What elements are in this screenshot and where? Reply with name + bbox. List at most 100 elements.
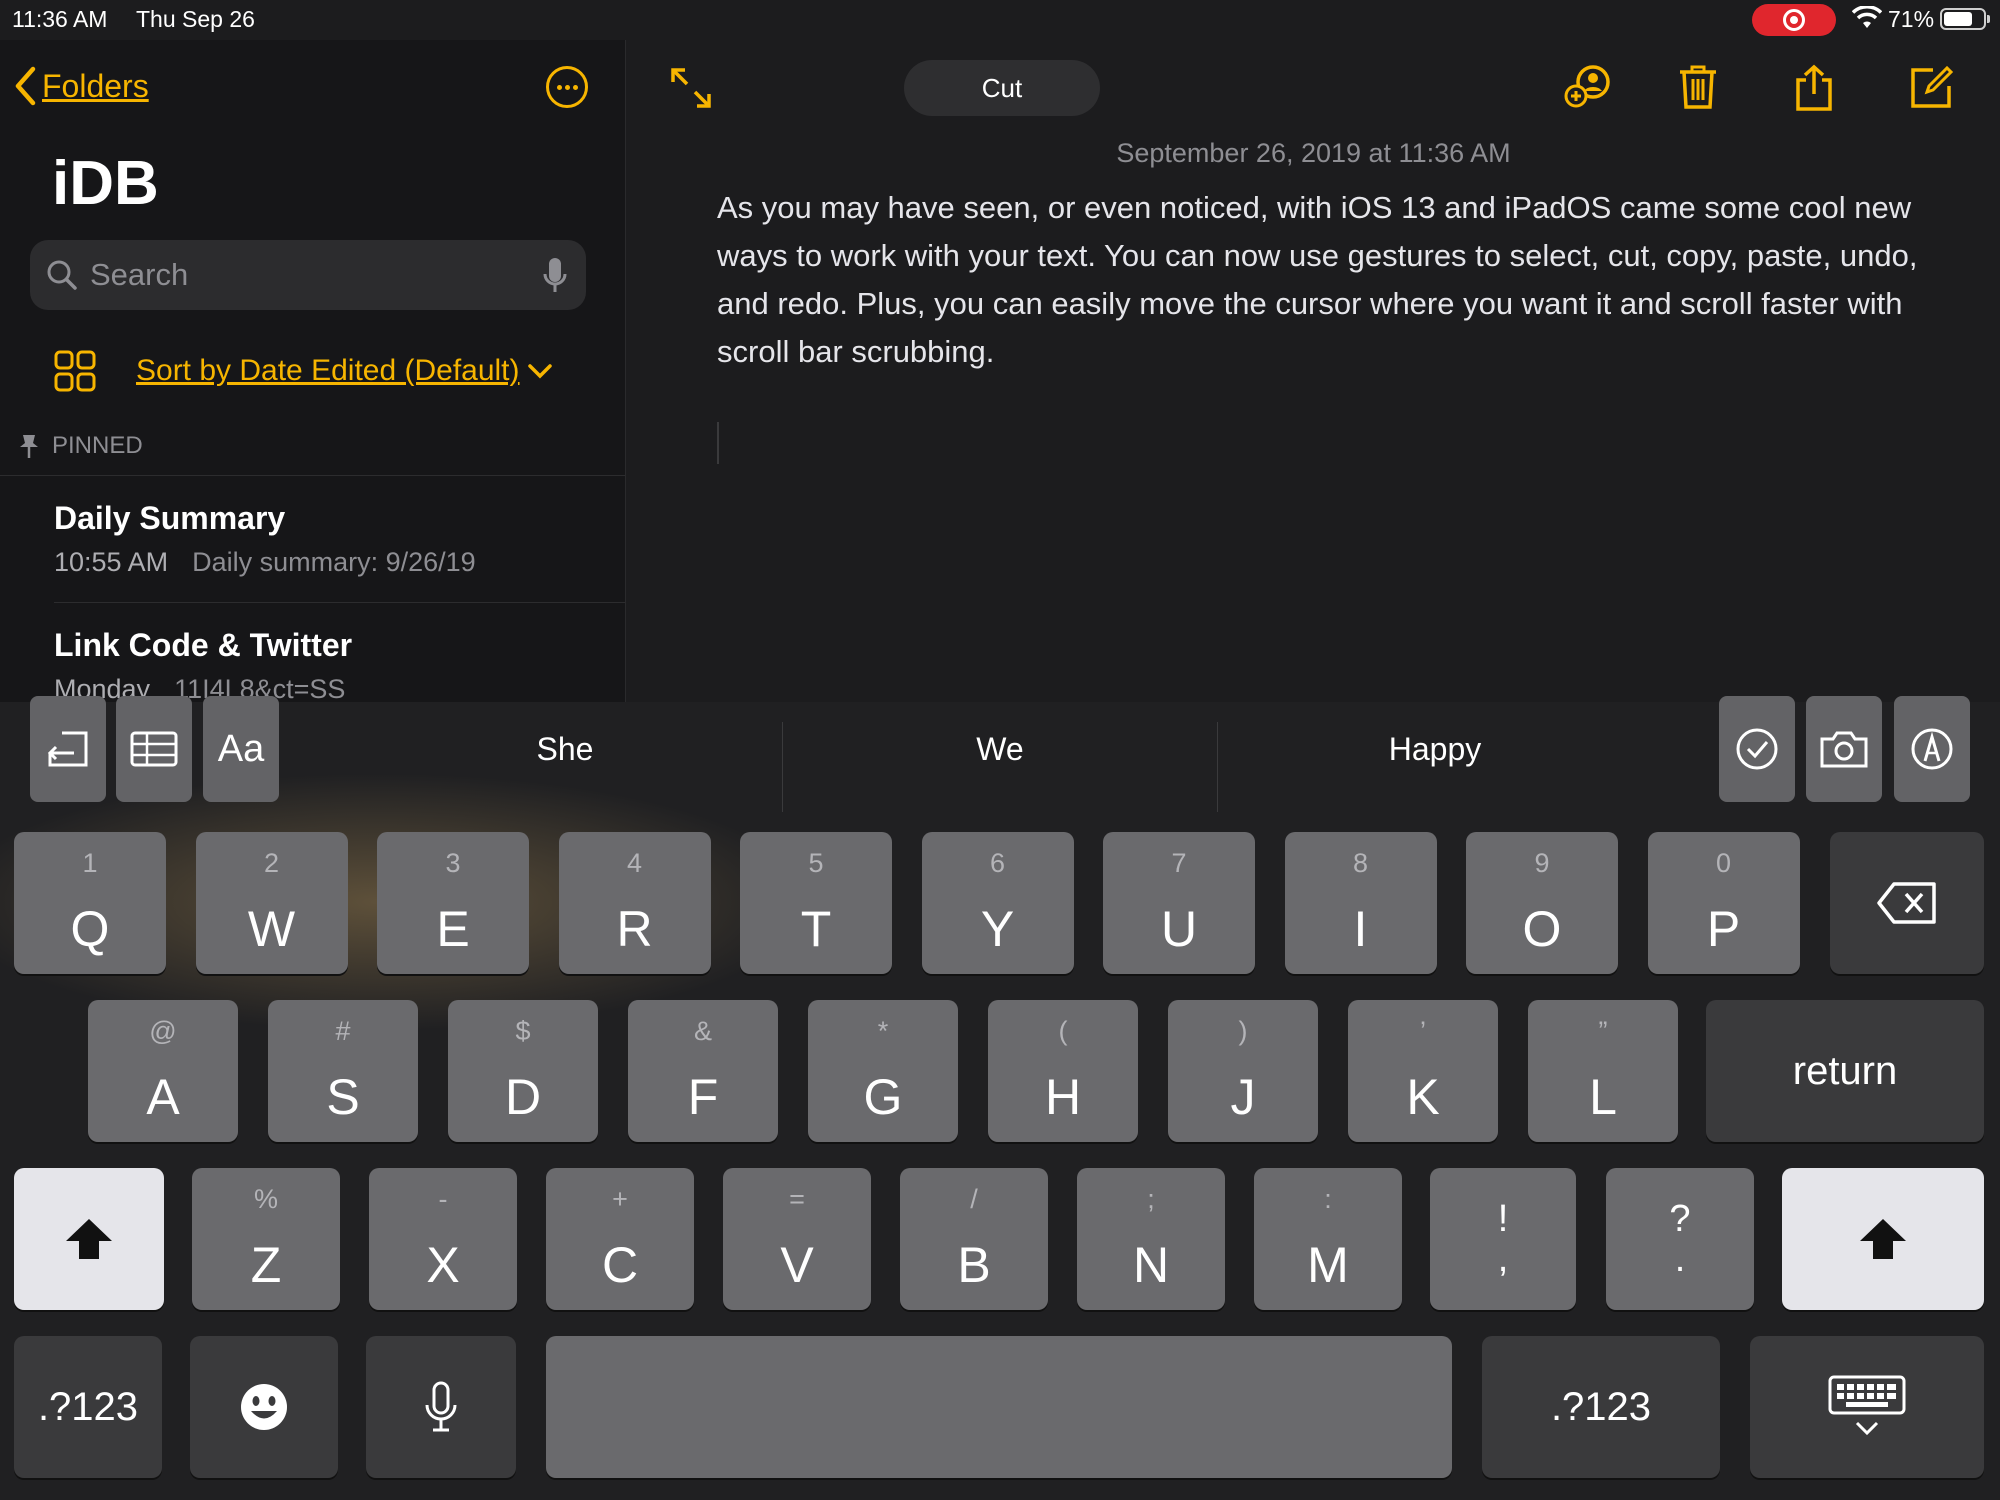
key-c[interactable]: + C (546, 1168, 694, 1310)
question-period-key[interactable]: ?. (1606, 1168, 1754, 1310)
markup-pen-icon (1911, 728, 1953, 770)
key-l[interactable]: ” L (1528, 1000, 1678, 1142)
key-x[interactable]: -X (369, 1168, 517, 1310)
expand-icon[interactable] (669, 66, 713, 110)
share-icon[interactable] (1793, 64, 1835, 112)
return-key[interactable]: return (1706, 1000, 1984, 1142)
dictation-mic-icon[interactable] (542, 256, 568, 296)
format-button[interactable]: Aa (203, 696, 279, 802)
key-letter: R (616, 901, 653, 957)
more-options-icon[interactable] (546, 66, 588, 108)
search-bar (30, 240, 586, 310)
key-t[interactable]: 5T (740, 832, 892, 974)
key-alt-char: 9 (1534, 848, 1550, 878)
key-top-char: ? (1669, 1198, 1691, 1240)
key-alt-char: # (335, 1016, 351, 1046)
key-alt-char: 8 (1352, 848, 1369, 878)
numbers-key-right[interactable]: .?123 (1482, 1336, 1720, 1478)
note-list-item[interactable]: Link Code & Twitter Monday 11I4L8&ct=SS (54, 627, 352, 702)
key-f[interactable]: & F (628, 1000, 778, 1142)
key-b[interactable]: / B (900, 1168, 1048, 1310)
software-keyboard: Aa She We Happy 1Q2W3E4R5T6Y7U8I9O0P @ A #… (0, 696, 2000, 1500)
key-letter: W (247, 901, 296, 957)
key-u[interactable]: 7U (1103, 832, 1255, 974)
note-body-text[interactable]: As you may have seen, or even noticed, w… (717, 184, 1957, 376)
numbers-label: .?123 (37, 1384, 139, 1429)
key-s[interactable]: # S (268, 1000, 418, 1142)
key-z[interactable]: % Z (192, 1168, 340, 1310)
backspace-icon (1877, 882, 1936, 924)
key-i[interactable]: 8I (1284, 832, 1437, 974)
search-input[interactable] (90, 257, 510, 293)
key-alt-char: 7 (1171, 848, 1187, 878)
add-people-icon[interactable] (1563, 64, 1621, 110)
note-title: Link Code & Twitter (54, 627, 353, 663)
back-label: Folders (42, 67, 149, 104)
prediction-3[interactable]: Happy (1218, 696, 1652, 802)
key-alt-char: - (438, 1184, 448, 1214)
key-alt-char: 0 (1715, 848, 1732, 878)
key-r[interactable]: 4R (558, 832, 711, 974)
key-a[interactable]: @ A (88, 1000, 238, 1142)
key-m[interactable]: :M (1254, 1168, 1402, 1310)
checklist-button[interactable] (1719, 696, 1795, 802)
table-icon (130, 731, 178, 767)
microphone-icon (425, 1381, 457, 1432)
delete-key[interactable] (1830, 832, 1984, 974)
shift-arrow-icon (66, 1219, 112, 1259)
key-letter: N (1132, 1237, 1170, 1293)
back-to-folders-button[interactable]: Folders (14, 66, 149, 106)
key-letter: L (1589, 1069, 1617, 1125)
prediction-2[interactable]: We (783, 696, 1217, 802)
key-o[interactable]: 9O (1466, 832, 1618, 974)
key-y[interactable]: 6Y (921, 832, 1074, 974)
trash-icon[interactable] (1677, 64, 1719, 110)
key-alt-char: ’ (1420, 1016, 1426, 1046)
numbers-key-left[interactable]: .?123 (14, 1336, 162, 1478)
sort-by-button[interactable]: Sort by Date Edited (Default) (136, 354, 520, 388)
divider (54, 602, 625, 603)
pinned-header: PINNED (18, 432, 143, 460)
checkmark-circle-icon (1736, 728, 1778, 770)
key-k[interactable]: ’ K (1348, 1000, 1498, 1142)
key-h[interactable]: (H (988, 1000, 1138, 1142)
gallery-view-icon[interactable] (54, 350, 96, 392)
shift-key-left[interactable] (14, 1168, 164, 1310)
note-date: September 26, 2019 at 11:36 AM (1116, 138, 1511, 168)
key-alt-char: 2 (263, 848, 280, 878)
table-button[interactable] (116, 696, 192, 802)
note-list-item[interactable]: Daily Summary 10:55 AM Daily summary: 9/2… (54, 500, 476, 578)
key-top-char: ! (1497, 1198, 1509, 1240)
markup-button[interactable] (1894, 696, 1970, 802)
key-v[interactable]: = V (723, 1168, 871, 1310)
key-alt-char: 3 (445, 848, 461, 878)
key-w[interactable]: 2W (195, 832, 348, 974)
text-cursor (717, 422, 719, 464)
key-bottom-char: . (1674, 1238, 1686, 1280)
key-letter: G (863, 1069, 903, 1125)
key-letter: V (780, 1237, 814, 1293)
space-bar[interactable] (546, 1336, 1452, 1478)
dictation-key[interactable] (366, 1336, 516, 1478)
cut-action-pill[interactable]: Cut (904, 60, 1100, 116)
key-alt-char: = (789, 1184, 805, 1214)
key-letter: Q (70, 901, 110, 957)
shift-key-right[interactable] (1782, 1168, 1984, 1310)
compose-icon[interactable] (1909, 64, 1955, 110)
key-j[interactable]: ) J (1168, 1000, 1318, 1142)
return-label: return (1792, 1048, 1898, 1093)
screen-recording-icon[interactable] (1752, 4, 1836, 36)
prediction-1[interactable]: She (348, 696, 782, 802)
key-q[interactable]: 1Q (14, 832, 166, 974)
key-p[interactable]: 0P (1647, 832, 1800, 974)
key-g[interactable]: * G (808, 1000, 958, 1142)
dismiss-keyboard-key[interactable] (1750, 1336, 1984, 1478)
emoji-key[interactable] (190, 1336, 338, 1478)
camera-button[interactable] (1806, 696, 1882, 802)
undo-button[interactable] (30, 696, 106, 802)
exclamation-comma-key[interactable]: !, (1430, 1168, 1576, 1310)
key-d[interactable]: $ D (448, 1000, 598, 1142)
battery-percentage: 71% (1888, 6, 1935, 32)
key-n[interactable]: ; N (1077, 1168, 1225, 1310)
key-e[interactable]: 3E (377, 832, 529, 974)
